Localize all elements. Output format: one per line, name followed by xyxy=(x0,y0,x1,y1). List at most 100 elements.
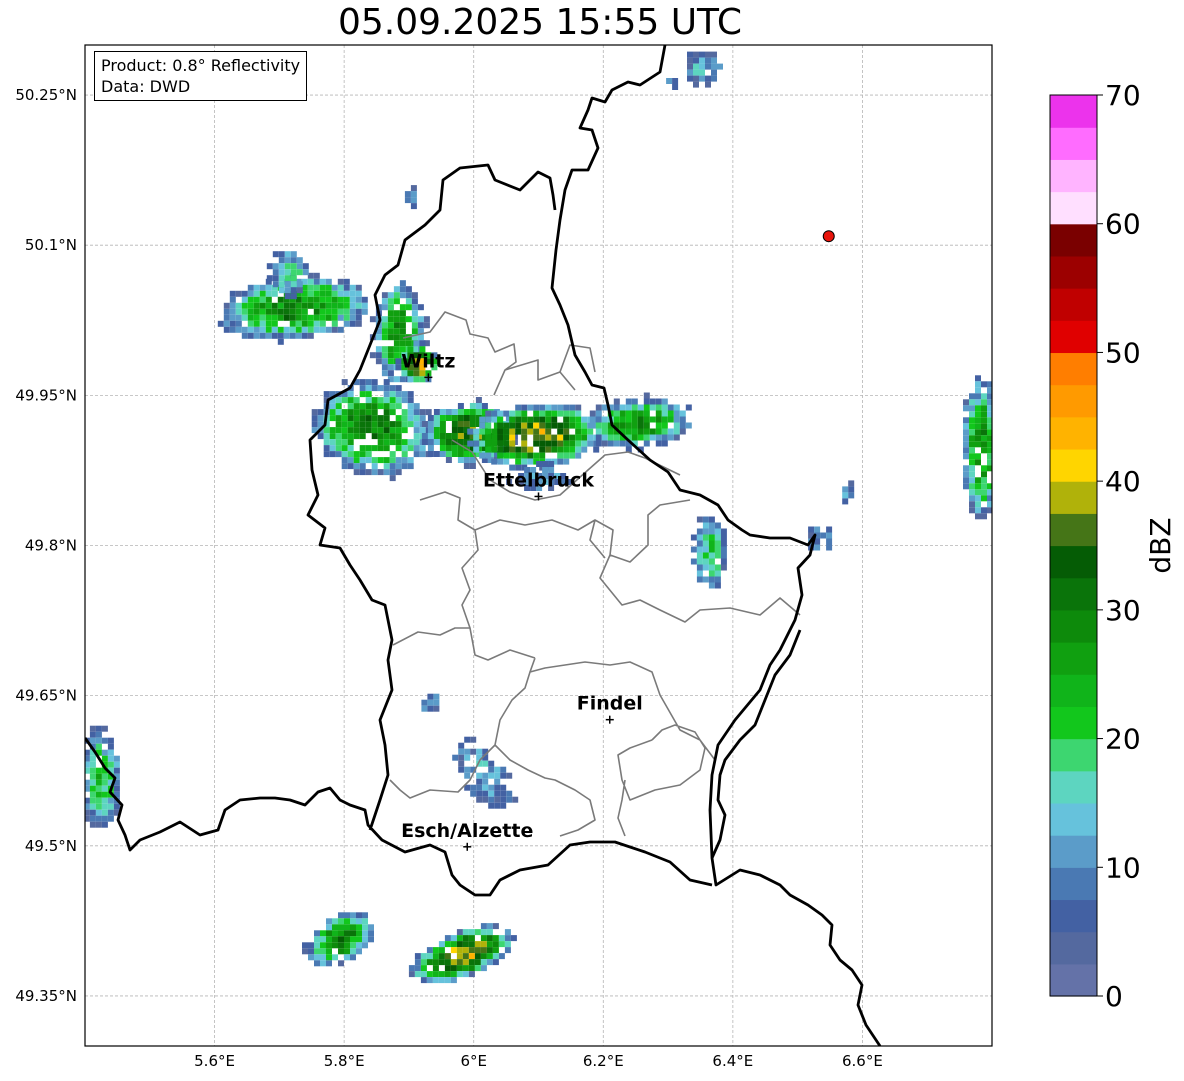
echo-pixel xyxy=(485,422,492,429)
echo-pixel xyxy=(319,320,326,327)
echo-pixel xyxy=(407,439,414,446)
echo-pixel xyxy=(89,803,96,810)
echo-pixel xyxy=(433,693,440,700)
echo-pixel xyxy=(464,766,471,773)
echo-pixel xyxy=(337,326,344,333)
echo-pixel xyxy=(355,296,362,303)
echo-pixel xyxy=(486,959,493,966)
echo-pixel xyxy=(272,269,279,276)
echo-pixel xyxy=(551,410,558,417)
echo-pixel xyxy=(631,428,638,435)
echo-pixel xyxy=(545,416,552,423)
echo-pixel xyxy=(975,429,981,436)
echo-pixel xyxy=(999,429,1005,435)
echo-pixel xyxy=(377,397,384,404)
echo-pixel xyxy=(401,409,408,416)
echo-pixel xyxy=(337,290,344,297)
echo-pixel xyxy=(714,570,721,577)
echo-pixel xyxy=(975,489,981,496)
echo-pixel xyxy=(344,948,350,955)
echo-pixel xyxy=(527,428,534,435)
echo-pixel xyxy=(515,428,522,435)
echo-pixel xyxy=(89,761,96,768)
echo-pixel xyxy=(335,415,342,422)
echo-pixel xyxy=(325,314,332,321)
colorbar-segment xyxy=(1050,127,1097,160)
echo-pixel xyxy=(705,75,711,82)
echo-pixel xyxy=(533,410,540,417)
colorbar-segment xyxy=(1050,384,1097,418)
echo-pixel xyxy=(343,278,350,285)
echo-pixel xyxy=(462,947,469,954)
echo-pixel xyxy=(317,415,324,422)
echo-pixel xyxy=(545,434,552,441)
echo-pixel xyxy=(551,416,558,423)
echo-pixel xyxy=(259,290,266,297)
echo-pixel xyxy=(241,314,248,321)
echo-pixel xyxy=(456,971,463,978)
echo-pixel xyxy=(486,935,493,942)
echo-pixel xyxy=(355,308,362,315)
echo-pixel xyxy=(395,385,402,392)
echo-pixel xyxy=(313,284,320,291)
echo-pixel xyxy=(557,428,564,435)
echo-pixel xyxy=(480,953,487,960)
echo-pixel xyxy=(450,965,457,972)
echo-pixel xyxy=(607,428,614,435)
echo-pixel xyxy=(469,403,476,409)
echo-pixel xyxy=(458,742,465,749)
echo-pixel xyxy=(826,538,833,545)
echo-pixel xyxy=(381,364,388,371)
echo-pixel xyxy=(284,275,291,282)
echo-pixel xyxy=(362,912,368,919)
echo-pixel xyxy=(515,410,522,417)
echo-pixel xyxy=(521,440,528,447)
echo-pixel xyxy=(113,785,120,792)
echo-pixel xyxy=(463,463,470,469)
echo-pixel xyxy=(655,434,662,441)
echo-pixel xyxy=(444,977,451,984)
echo-pixel xyxy=(637,410,644,417)
echo-pixel xyxy=(355,284,362,291)
echo-pixel xyxy=(470,748,477,755)
echo-pixel xyxy=(377,445,384,452)
echo-pixel xyxy=(457,451,464,457)
echo-pixel xyxy=(963,471,969,478)
echo-pixel xyxy=(808,526,815,533)
echo-pixel xyxy=(404,191,411,198)
echo-pixel xyxy=(349,308,356,315)
echo-pixel xyxy=(702,564,709,571)
echo-pixel xyxy=(247,326,254,333)
echo-pixel xyxy=(325,296,332,303)
echo-pixel xyxy=(492,941,499,948)
echo-pixel xyxy=(439,445,446,451)
echo-pixel xyxy=(229,308,236,315)
echo-pixel xyxy=(375,358,382,365)
echo-pixel xyxy=(383,433,390,440)
echo-pixel xyxy=(295,314,302,321)
echo-pixel xyxy=(467,428,474,435)
echo-pixel xyxy=(323,445,330,452)
echo-pixel xyxy=(347,433,354,440)
echo-pixel xyxy=(457,415,464,421)
echo-pixel xyxy=(711,51,717,58)
echo-pixel xyxy=(343,320,350,327)
echo-pixel xyxy=(563,458,570,465)
echo-pixel xyxy=(421,705,428,712)
echo-pixel xyxy=(458,766,465,773)
echo-pixel xyxy=(497,440,504,447)
echo-pixel xyxy=(468,947,475,954)
echo-pixel xyxy=(469,463,476,469)
echo-pixel xyxy=(223,302,230,309)
echo-pixel xyxy=(569,452,576,459)
echo-pixel xyxy=(401,391,408,398)
echo-pixel xyxy=(457,457,464,463)
echo-pixel xyxy=(95,809,102,816)
echo-pixel xyxy=(504,929,511,936)
echo-pixel xyxy=(308,954,314,961)
echo-pixel xyxy=(314,960,320,967)
echo-pixel xyxy=(311,409,318,416)
echo-pixel xyxy=(247,314,254,321)
echo-pixel xyxy=(993,489,999,495)
echo-pixel xyxy=(661,440,668,447)
